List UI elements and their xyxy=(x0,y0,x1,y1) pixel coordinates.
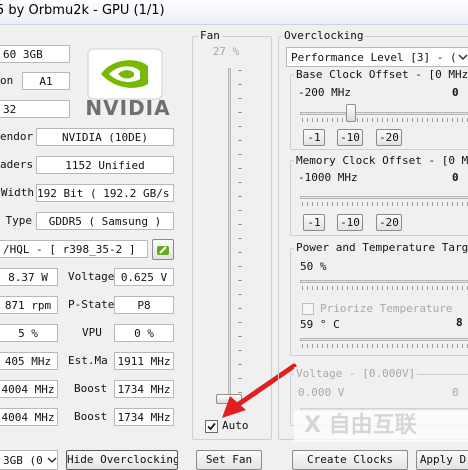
fan-auto-checkbox[interactable] xyxy=(205,420,218,433)
base-clock-minus20-button[interactable]: -20 xyxy=(376,129,402,146)
memory-clock-minus20-button[interactable]: -20 xyxy=(376,214,402,231)
base-clock-minus1-button[interactable]: -1 xyxy=(303,129,325,146)
vendor-label: endor xyxy=(0,130,34,143)
base-clock-min-label: -200 MHz xyxy=(298,86,351,99)
bus-field: 32 xyxy=(0,100,70,118)
chevron-down-icon xyxy=(458,50,468,64)
temp-target-value: 59 ° C xyxy=(300,318,340,331)
boost-field-1: 1734 MHz xyxy=(114,380,174,398)
voltage-label: Voltage xyxy=(68,270,115,283)
hide-overclocking-button[interactable]: Hide Overclocking xyxy=(66,450,178,470)
power-temp-title: Power and Temperature Target xyxy=(294,241,468,254)
title-bar: 5 by Orbmu2k - GPU (1/1) xyxy=(0,0,468,25)
base-clock-ticks xyxy=(302,118,468,122)
apply-button[interactable]: Apply D xyxy=(416,450,468,470)
base-clock-slider-thumb[interactable] xyxy=(346,104,356,122)
bios-save-button[interactable] xyxy=(152,239,174,260)
memory-clock-min-label: -1000 MHz xyxy=(298,171,358,184)
est-max-field: 1911 MHz xyxy=(114,352,174,370)
base-clock-track xyxy=(300,112,468,115)
revision-label: on xyxy=(0,74,14,87)
shaders-label: aders xyxy=(0,158,34,171)
base-clock-minus10-button[interactable]: -10 xyxy=(337,129,363,146)
base-clock-title: Base Clock Offset - [0 MHz] xyxy=(294,68,468,81)
save-icon xyxy=(155,246,171,259)
voltage-group-title: Voltage - [0.000V] xyxy=(294,367,418,380)
bus-width-label: Width xyxy=(0,186,34,199)
power-field: 8.37 W xyxy=(0,268,58,286)
boost-label-1: Boost xyxy=(74,382,108,395)
set-fan-button[interactable]: Set Fan xyxy=(196,450,262,470)
performance-level-select[interactable]: Performance Level [3] - ( xyxy=(286,47,468,67)
memory-clock-minus10-button[interactable]: -10 xyxy=(337,214,363,231)
memory-type-field: GDDR5 ( Samsung ) xyxy=(36,212,174,230)
window-title: 5 by Orbmu2k - GPU (1/1) xyxy=(0,3,165,18)
fan-group-title: Fan xyxy=(198,29,222,42)
create-clocks-button[interactable]: Create Clocks xyxy=(292,450,408,470)
temp-target-ticks xyxy=(302,344,468,348)
memory-clock-ticks xyxy=(302,202,468,206)
fan-percent-label: 27 % xyxy=(212,45,240,58)
nvidia-logo: NVIDIA xyxy=(76,44,176,124)
memory-size-field: 60 3GB xyxy=(0,45,70,63)
overclocking-group-title: Overclocking xyxy=(282,29,366,42)
default-memory-clock-field: 4004 MHz xyxy=(0,408,58,426)
vendor-field: NVIDIA (10DE) xyxy=(36,128,174,146)
temp-target-track xyxy=(300,338,468,341)
fan-rpm-field: 871 rpm xyxy=(0,296,58,314)
fan-slider-track xyxy=(228,68,231,406)
voltage-offset-value: 0.000 V xyxy=(298,386,345,399)
shaders-field: 1152 Unified xyxy=(36,156,174,174)
power-target-track xyxy=(300,280,468,283)
vpu-label: VPU xyxy=(82,326,102,339)
nvidia-logo-text: NVIDIA xyxy=(85,96,171,120)
boost-field-2: 1734 MHz xyxy=(114,408,174,426)
gpu-select-chevron-icon xyxy=(47,454,57,466)
est-max-label: Est.Ma xyxy=(68,354,108,367)
prioritize-temp-label: Priorize Temperature xyxy=(320,302,453,315)
voltage-field: 0.625 V xyxy=(114,268,174,286)
voltage-right-value: 0 xyxy=(452,386,459,399)
memory-type-label: Type xyxy=(5,214,33,227)
gpu-clock-field: 405 MHz xyxy=(0,352,58,370)
memory-clock-minus1-button[interactable]: -1 xyxy=(303,214,325,231)
vpu-field: 0 % xyxy=(114,324,174,342)
boost-label-2: Boost xyxy=(74,410,108,423)
watermark: X 自由互联 xyxy=(294,410,468,442)
memory-clock-title: Memory Clock Offset - [0 MHz xyxy=(294,154,468,167)
pstate-label: P-State xyxy=(68,298,115,311)
pstate-field: P8 xyxy=(114,296,174,314)
fan-slider-ticks xyxy=(238,70,242,404)
memory-clock-track xyxy=(300,196,468,199)
temp-target-right-value: 8 xyxy=(456,316,463,329)
base-clock-value: 0 xyxy=(452,86,459,99)
driver-field: /HQL - [ r398_35-2 ] xyxy=(0,240,148,258)
gpu-load-field: 5 % xyxy=(0,324,58,342)
memory-clock-field: 4004 MHz xyxy=(0,380,58,398)
power-target-value: 50 % xyxy=(300,260,327,273)
revision-field: A1 xyxy=(22,72,70,90)
memory-clock-value: 0 xyxy=(452,171,459,184)
bus-width-field: 192 Bit ( 192.2 GB/s ) xyxy=(36,184,174,202)
power-target-ticks xyxy=(302,286,468,290)
prioritize-temp-checkbox[interactable] xyxy=(302,303,314,315)
